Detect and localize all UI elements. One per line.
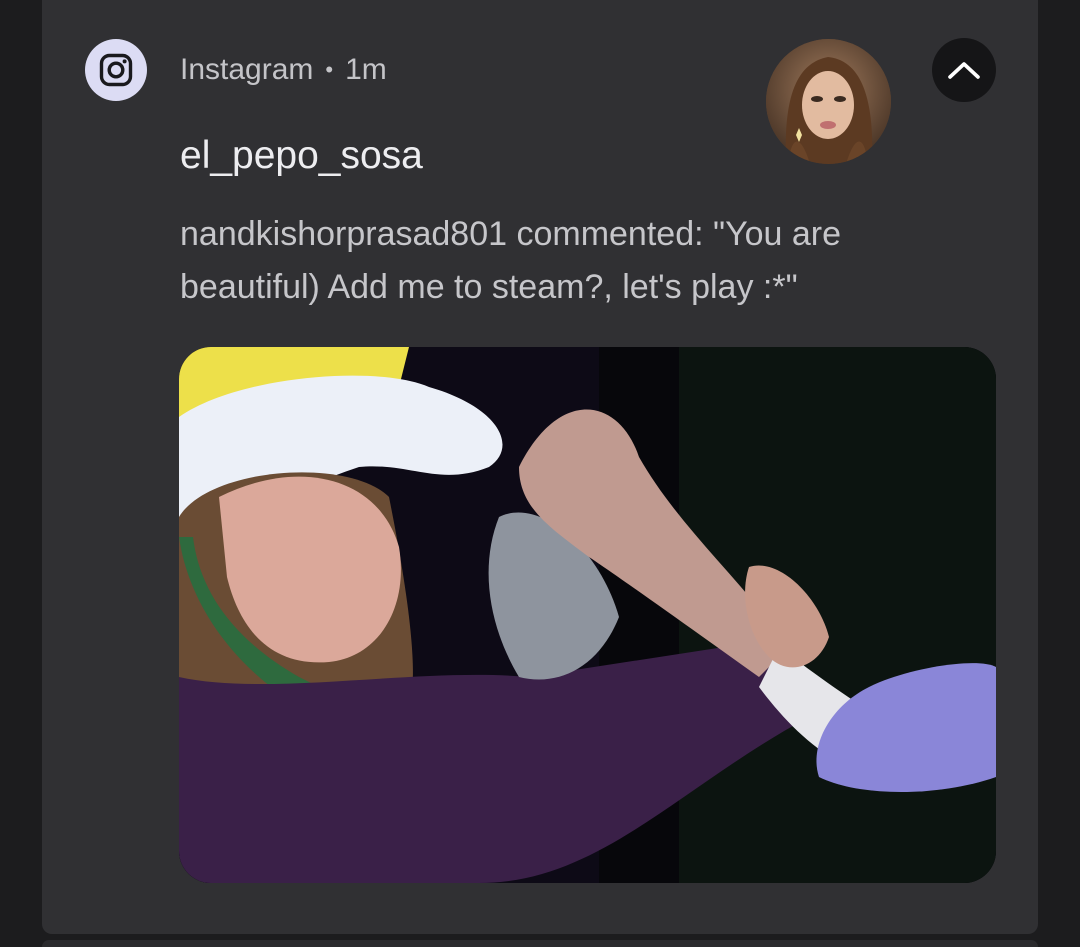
notification-title: el_pepo_sosa xyxy=(180,134,423,177)
avatar xyxy=(766,39,891,164)
notification-header: Instagram • 1m xyxy=(180,50,387,90)
notification-image[interactable] xyxy=(179,347,996,883)
next-notification-edge xyxy=(42,940,1038,947)
header-separator: • xyxy=(325,57,334,82)
notification-time: 1m xyxy=(345,53,387,86)
collapse-button[interactable] xyxy=(932,38,996,102)
instagram-icon xyxy=(85,39,147,101)
notification-message: nandkishorprasad801 commented: "You are … xyxy=(180,215,842,306)
app-name: Instagram xyxy=(180,53,314,86)
chevron-up-icon xyxy=(948,62,980,79)
